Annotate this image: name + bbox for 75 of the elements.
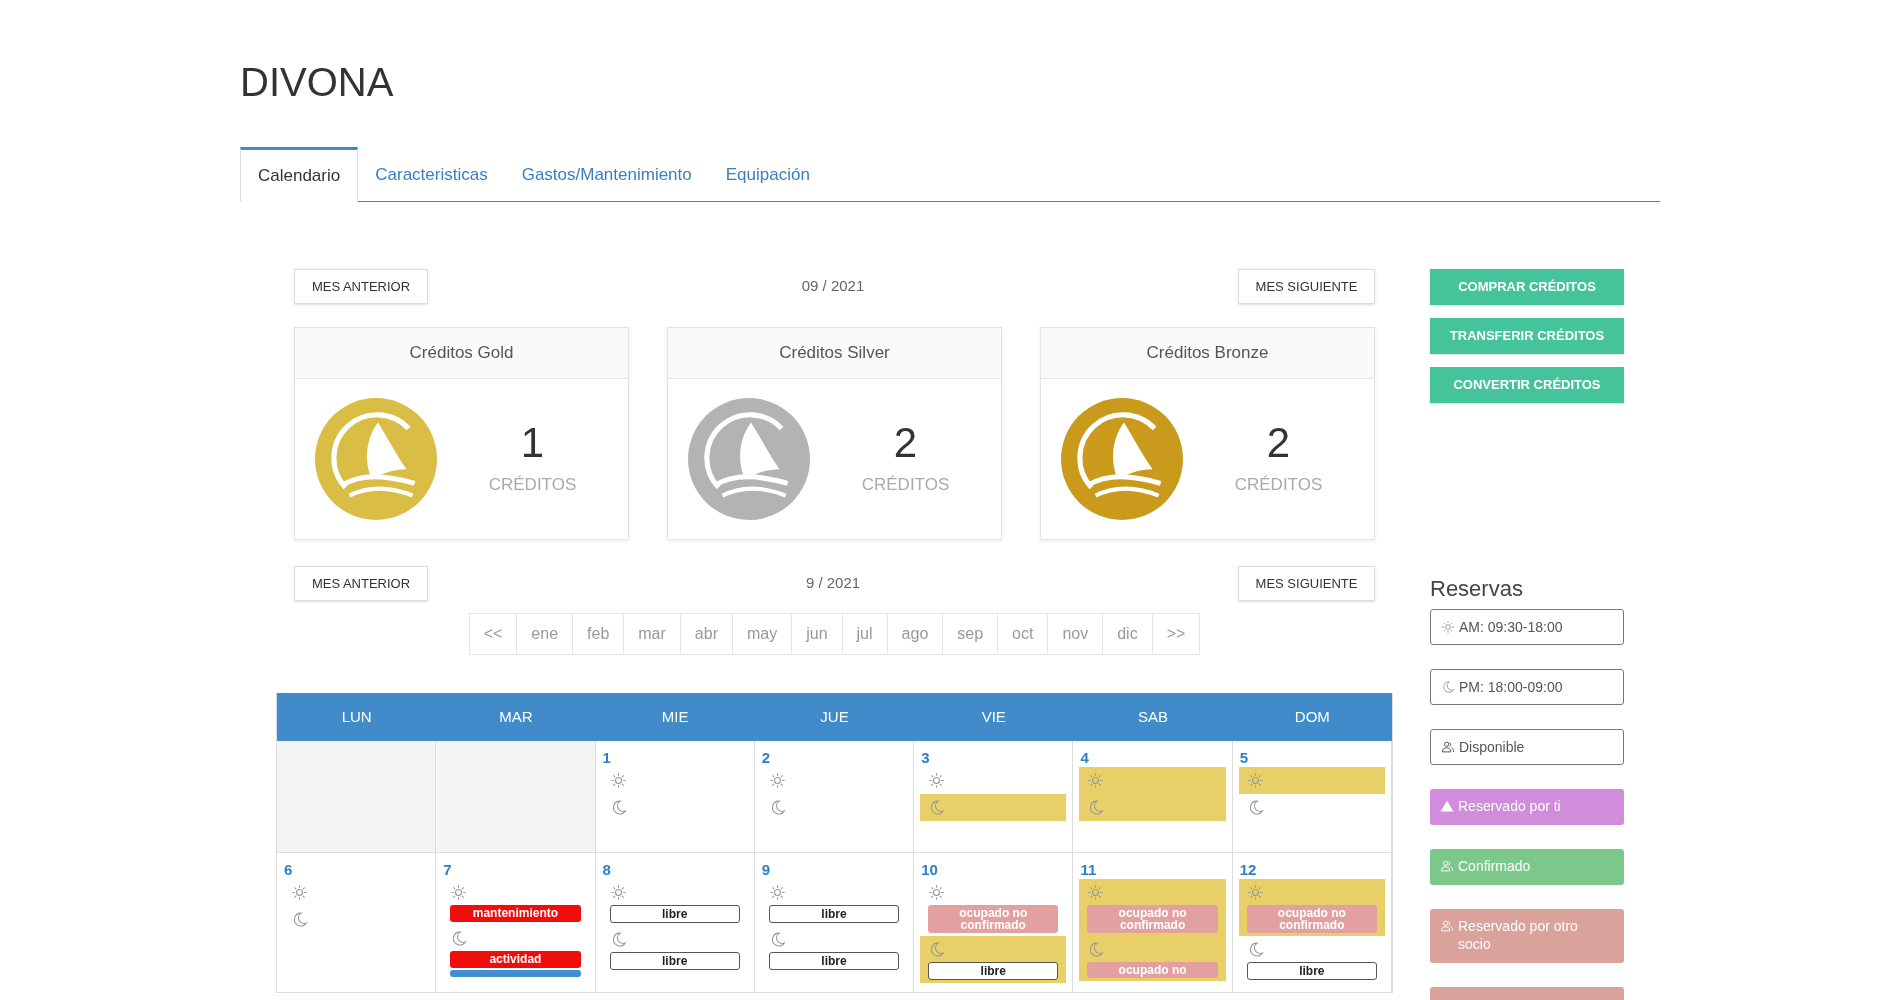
- status-tag: libre: [1246, 962, 1377, 980]
- credit-amount: 1: [520, 420, 545, 467]
- day-number: 6: [283, 861, 293, 879]
- credit-card-title: Créditos Bronze: [1146, 342, 1269, 365]
- day-number: 7: [442, 861, 452, 879]
- tab[interactable]: Gastos/Mantenimiento: [504, 149, 709, 201]
- legend-label: PM: 18:00-09:00: [1459, 678, 1563, 696]
- sun-icon: [1246, 884, 1264, 901]
- action-button[interactable]: CONVERTIR CRÉDITOS: [1430, 367, 1624, 403]
- credit-card-title: Créditos Silver: [779, 342, 890, 365]
- tab[interactable]: Caracteristicas: [358, 149, 505, 201]
- previous-month-button[interactable]: MES ANTERIOR: [294, 566, 428, 601]
- legend-label: Reservado por ti: [1458, 797, 1561, 815]
- day-number: 12: [1238, 861, 1257, 879]
- moon-icon: [1087, 941, 1105, 958]
- sun-icon: [1087, 772, 1105, 789]
- day-number: 9: [760, 861, 771, 879]
- day-number: 3: [920, 749, 930, 767]
- day-number: 4: [1079, 749, 1089, 767]
- status-tag: ocupado no: [1087, 962, 1218, 978]
- day-number: 2: [760, 749, 771, 767]
- credit-card-title: Créditos Gold: [409, 342, 514, 365]
- month-year-label: 9 / 2021: [805, 573, 861, 593]
- moon-icon: [1441, 680, 1455, 694]
- credit-unit-label: CRÉDITOS: [861, 474, 950, 497]
- legend-title: Reservas: [1430, 575, 1524, 603]
- legend-label: Reservado por otro socio: [1458, 917, 1579, 953]
- status-tag: libre: [928, 962, 1059, 980]
- moon-icon: [928, 799, 946, 816]
- next-month-button[interactable]: MES SIGUIENTE: [1238, 269, 1375, 304]
- status-tag: libre: [768, 905, 900, 923]
- page-title: DIVONA: [240, 59, 394, 104]
- status-tag: ocupado no confirmado: [1246, 905, 1377, 933]
- sun-icon: [1246, 772, 1264, 789]
- moon-icon: [928, 941, 946, 958]
- moon-icon: [1087, 799, 1105, 816]
- status-tag: libre: [609, 905, 740, 923]
- next-month-button[interactable]: MES SIGUIENTE: [1238, 566, 1375, 601]
- day-number: 1: [601, 749, 611, 767]
- month-year-label: 09 / 2021: [801, 276, 865, 296]
- weekday-header: JUE: [820, 706, 849, 727]
- status-tag: ocupado no confirmado: [1087, 905, 1218, 933]
- weekday-header: SAB: [1138, 706, 1169, 727]
- credit-unit-label: CRÉDITOS: [488, 474, 577, 497]
- previous-month-button[interactable]: MES ANTERIOR: [294, 269, 428, 304]
- people-icon: [1441, 740, 1455, 754]
- weekday-header: MIE: [661, 706, 689, 727]
- credit-amount: 2: [893, 420, 918, 467]
- day-number: 11: [1079, 861, 1097, 879]
- day-number: 8: [601, 861, 611, 879]
- weekday-header: DOM: [1294, 706, 1330, 727]
- sun-icon: [1441, 620, 1455, 634]
- status-tag: libre: [609, 952, 740, 970]
- credit-amount: 2: [1266, 420, 1291, 467]
- action-button[interactable]: TRANSFERIR CRÉDITOS: [1430, 318, 1624, 354]
- people-icon: [1440, 919, 1454, 933]
- legend-label: Confirmado: [1458, 857, 1531, 875]
- credit-unit-label: CRÉDITOS: [1234, 474, 1323, 497]
- weekday-header: MAR: [499, 706, 533, 727]
- people-icon: [1440, 859, 1454, 873]
- action-button[interactable]: COMPRAR CRÉDITOS: [1430, 269, 1624, 305]
- tab[interactable]: Calendario: [240, 147, 359, 202]
- status-tag: libre: [768, 952, 900, 970]
- weekday-header: VIE: [981, 706, 1006, 727]
- legend-label: AM: 09:30-18:00: [1459, 618, 1563, 636]
- legend-label: Disponible: [1459, 738, 1525, 756]
- status-tag: actividad: [450, 951, 581, 968]
- status-tag: mantenimiento: [450, 905, 581, 922]
- tab[interactable]: Equipación: [708, 149, 827, 201]
- day-number: 5: [1238, 749, 1249, 767]
- day-number: 10: [920, 861, 938, 879]
- weekday-header: LUN: [341, 706, 372, 727]
- warning-icon: [1440, 799, 1454, 813]
- status-tag: ocupado no confirmado: [928, 905, 1059, 933]
- sun-icon: [1087, 884, 1105, 901]
